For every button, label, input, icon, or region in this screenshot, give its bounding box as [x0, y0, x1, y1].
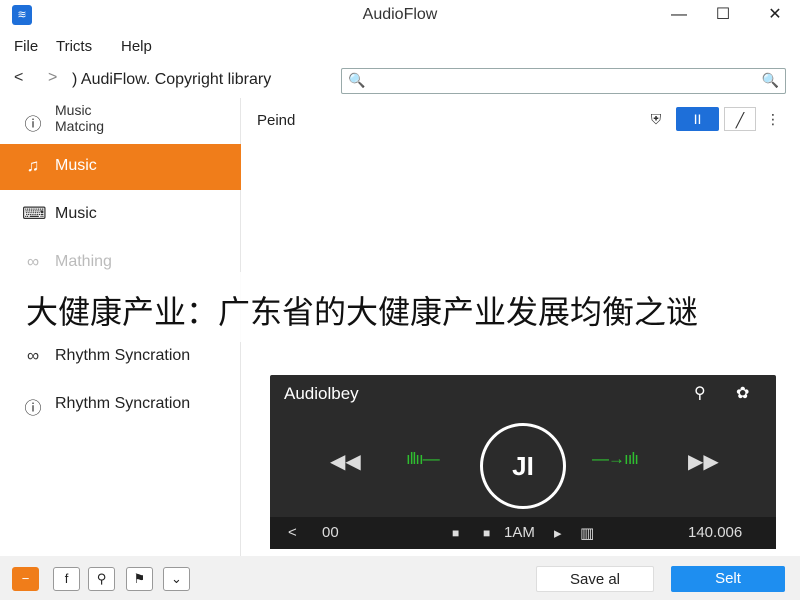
sidebar-item-label-line2: Matcing [55, 118, 105, 134]
link-icon: ∞ [26, 252, 40, 271]
link-icon: ∞ [26, 346, 40, 365]
breadcrumb-path[interactable]: ) AudiFlow. Copyright library [72, 71, 271, 89]
sidebar-item-music-matching[interactable]: ⓘ Music Matcing [0, 98, 241, 144]
menu-help[interactable]: Help [121, 38, 152, 55]
current-time: 00 [322, 524, 339, 541]
flag-button[interactable]: ⚑ [126, 567, 153, 591]
page-title: Peind [257, 112, 296, 129]
more-options-icon[interactable]: ⋮ [766, 107, 780, 131]
play-pause-button[interactable]: JI [480, 423, 566, 509]
remove-button[interactable]: − [12, 567, 39, 591]
player-title: Audiolbey [284, 384, 359, 403]
shield-icon[interactable]: ⛨ [646, 107, 666, 131]
format-button[interactable]: f [53, 567, 80, 591]
info-circle-icon: ⓘ [24, 115, 42, 134]
total-duration: 140.006 [688, 524, 743, 541]
player-search-icon[interactable]: ⚲ [694, 383, 706, 403]
menu-tricts[interactable]: Tricts [56, 38, 92, 55]
minimize-button[interactable]: — [664, 4, 694, 26]
back-button[interactable]: < [14, 69, 23, 87]
rewind-button[interactable]: ◀◀ [330, 449, 361, 474]
search-icon: 🔍 [348, 72, 366, 88]
maximize-button[interactable]: ☐ [708, 4, 738, 26]
stop-secondary-icon[interactable]: ■ [483, 526, 490, 540]
player-settings-icon[interactable]: ✿ [736, 383, 749, 403]
bottom-toolbar: − f ⚲ ⚑ ⌄ Save al Selt [0, 556, 800, 600]
sidebar-item-label: Music Matcing [55, 102, 104, 134]
search-input[interactable] [366, 71, 756, 91]
chevron-down-button[interactable]: ⌄ [163, 567, 190, 591]
banner-text: 大健康产业：广东省的大健康产业发展均衡之谜 [26, 293, 699, 331]
headline-banner: 大健康产业：广东省的大健康产业发展均衡之谜 [0, 272, 800, 342]
sidebar-item-rhythm-syncration-2[interactable]: ⓘ Rhythm Syncration [0, 382, 241, 428]
sidebar-item-label: Music [55, 157, 97, 174]
music-note-icon: ♫ [26, 156, 40, 175]
sidebar-item-label: Music [55, 205, 97, 222]
player-status-bar: < 00 ■ ■ 1AM ▸ ▥ 140.006 [270, 517, 776, 549]
keyboard-icon: ⌨ [22, 204, 47, 223]
tool-button[interactable]: ⚲ [88, 567, 115, 591]
alert-circle-icon: ⓘ [24, 399, 42, 418]
waveform-right-icon: —→ıılı [592, 449, 639, 468]
search-submit-icon[interactable]: 🔍 [762, 72, 779, 89]
sidebar-item-label: Rhythm Syncration [55, 395, 191, 412]
sidebar-item-label: Rhythm Syncration [55, 347, 191, 364]
next-arrow-icon[interactable]: ▸ [554, 524, 562, 542]
grid-icon[interactable]: ▥ [580, 524, 594, 542]
menu-file[interactable]: File [14, 38, 38, 55]
stop-icon[interactable]: ■ [452, 526, 459, 540]
sidebar-item-music[interactable]: ⌨ Music [0, 192, 241, 238]
close-button[interactable]: ✕ [760, 4, 790, 26]
navigation-bar: < > ) AudiFlow. Copyright library 🔍 🔍 [0, 64, 800, 98]
search-box[interactable]: 🔍 🔍 [341, 68, 786, 94]
pause-toggle-button[interactable]: II [676, 107, 719, 131]
mode-label: 1AM [504, 524, 535, 541]
status-back-button[interactable]: < [288, 524, 297, 541]
title-bar: ≋ AudioFlow — ☐ ✕ [0, 0, 800, 30]
sidebar-item-label-line1: Music [55, 102, 92, 118]
sidebar-item-music-active[interactable]: ♫ Music [0, 144, 241, 190]
waveform-left-icon: ıllıı— [406, 449, 440, 468]
forward-button[interactable]: > [48, 69, 57, 87]
select-button[interactable]: Selt [671, 566, 785, 592]
edit-button[interactable]: ╱ [724, 107, 756, 131]
sidebar-item-label: Mathing [55, 253, 112, 270]
menu-bar: File Tricts Help [0, 32, 800, 60]
audio-player: Audiolbey ⚲ ✿ ◀◀ ıllıı— JI —→ıılı ▶▶ < 0… [270, 375, 776, 549]
save-all-button[interactable]: Save al [536, 566, 654, 592]
fast-forward-button[interactable]: ▶▶ [688, 449, 719, 474]
